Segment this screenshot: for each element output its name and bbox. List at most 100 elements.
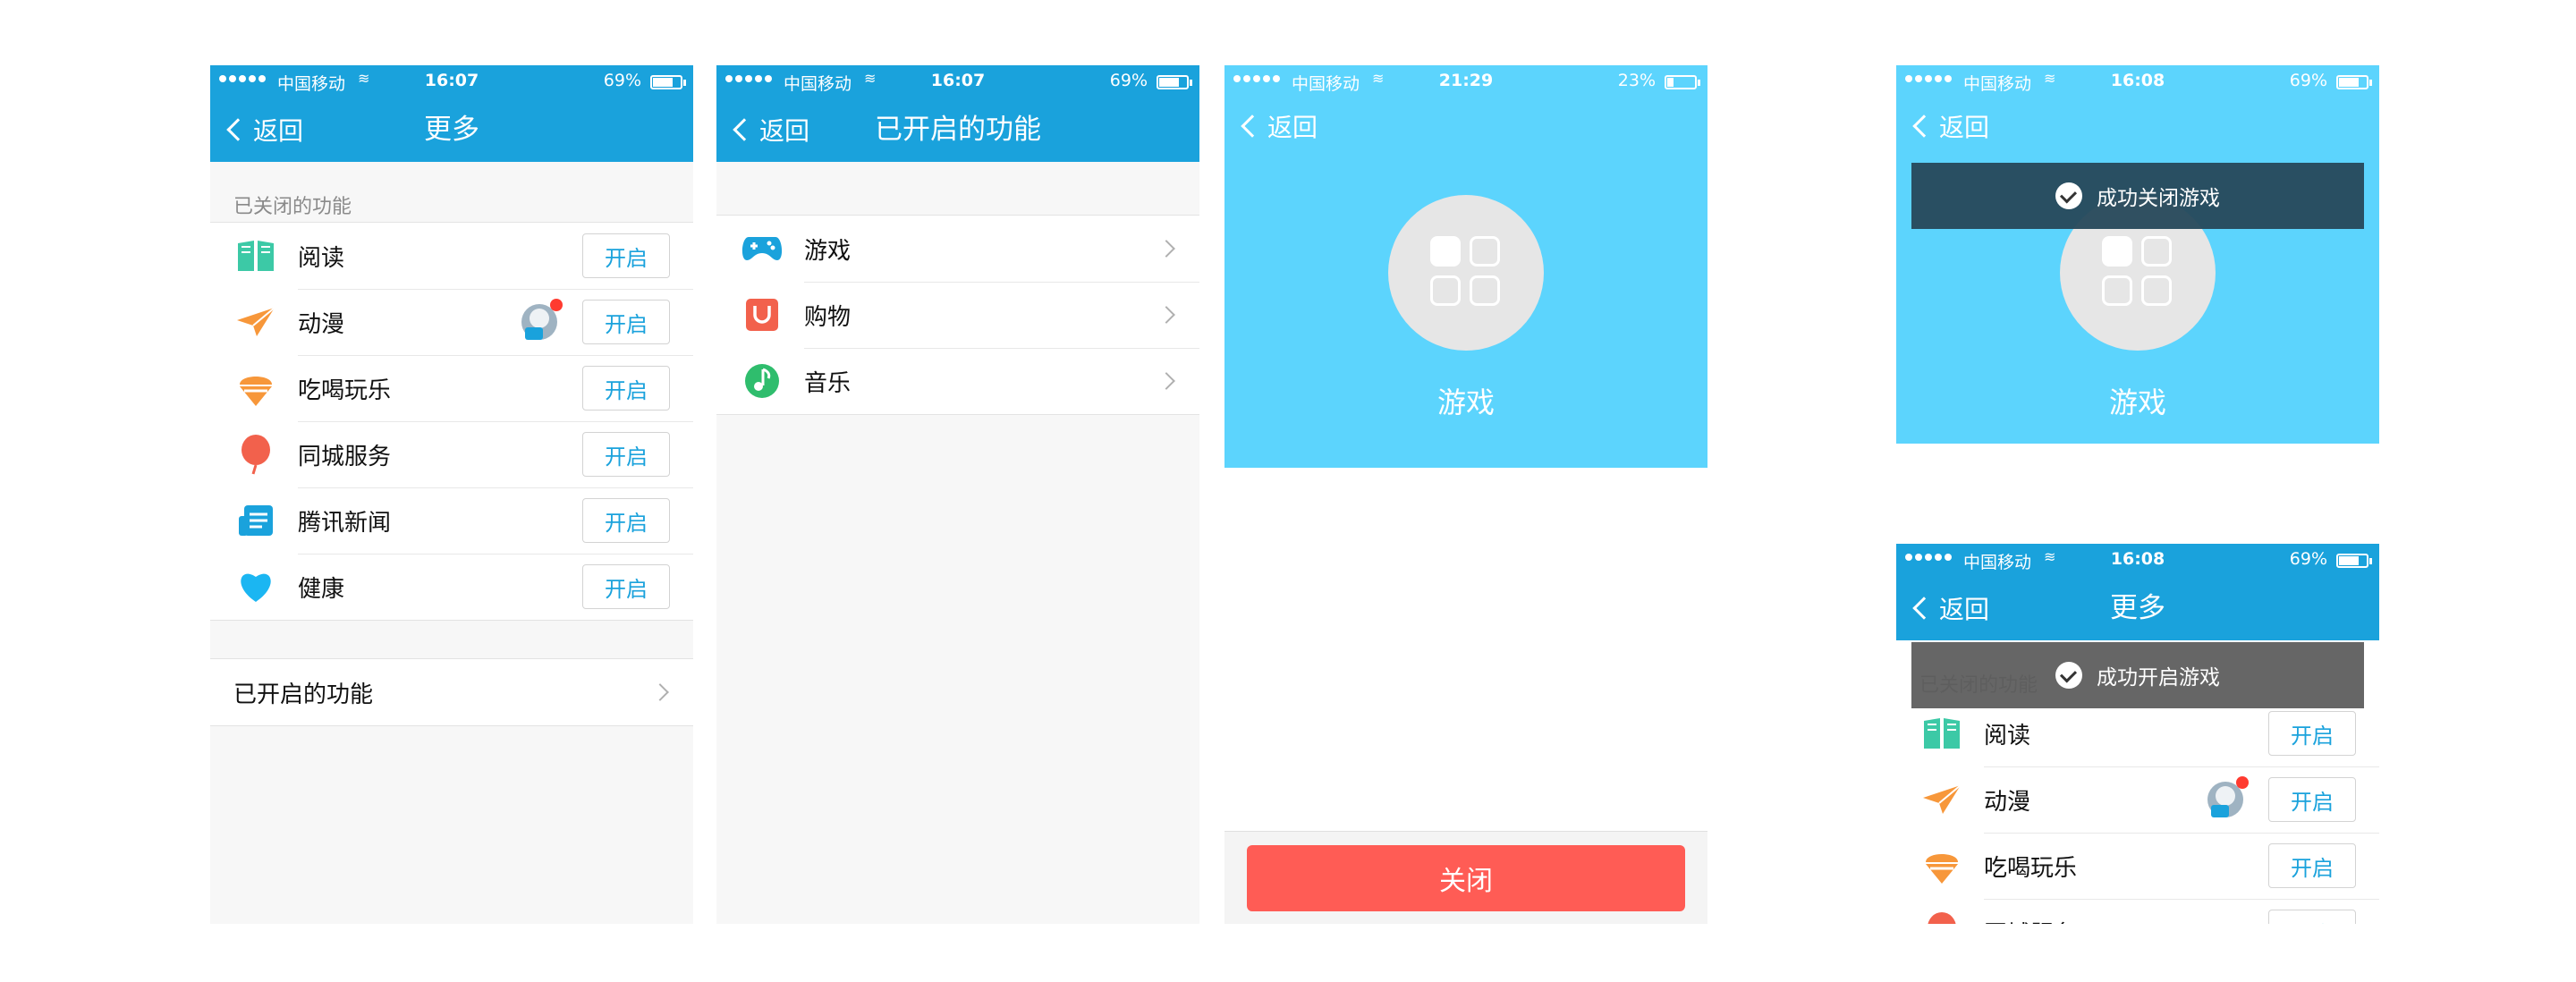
status-bar: 中国移动 ≋ 16:07 69% <box>716 65 1199 97</box>
toast-text: 成功开启游戏 <box>2097 666 2220 690</box>
back-label: 返回 <box>1939 113 1990 142</box>
enabled-feature-list: 游戏 购物 音乐 <box>716 215 1199 415</box>
nav-bar: 中国移动 ≋ 16:08 69% 返回 更多 <box>1896 544 2379 640</box>
paper-plane-icon <box>1921 779 1962 820</box>
screen-more-opened-toast: 中国移动 ≋ 16:08 69% 返回 更多 已关闭的功能 阅读 开启 动漫 <box>1896 544 2379 924</box>
open-button[interactable]: 开启 <box>2268 910 2356 924</box>
status-bar: 中国移动 ≋ 16:08 69% <box>1896 65 2379 97</box>
list-item: 同城服务 开启 <box>210 421 693 487</box>
item-label: 同城服务 <box>1984 916 2268 925</box>
nav-bar: 中国移动 ≋ 16:07 69% 返回 已开启的功能 <box>716 65 1199 162</box>
battery-icon <box>650 75 686 89</box>
toast-opened: 成功开启游戏 <box>1911 642 2364 708</box>
open-button[interactable]: 开启 <box>582 233 670 278</box>
bottom-bar: 关闭 <box>1224 831 1707 924</box>
notification-dot <box>550 299 563 311</box>
heart-icon <box>235 566 276 607</box>
item-label: 吃喝玩乐 <box>298 377 392 404</box>
item-label: 腾讯新闻 <box>298 509 392 537</box>
item-label: 吃喝玩乐 <box>1984 854 2078 882</box>
open-button[interactable]: 开启 <box>582 432 670 477</box>
list-item: 吃喝玩乐 开启 <box>210 355 693 421</box>
news-icon <box>235 500 276 541</box>
list-item[interactable]: 购物 <box>716 282 1199 348</box>
item-label: 同城服务 <box>298 443 392 470</box>
screen-game-detail: 中国移动 ≋ 21:29 23% 返回 游戏 关闭 <box>1224 65 1707 924</box>
chevron-right-icon <box>1157 240 1175 258</box>
game-hero: 中国移动 ≋ 21:29 23% 返回 游戏 <box>1224 65 1707 468</box>
check-circle-icon <box>2055 182 2082 209</box>
list-item: 阅读 开启 <box>210 223 693 289</box>
book-icon <box>1921 713 1962 754</box>
item-label: 音乐 <box>804 369 852 397</box>
battery-percent: 69% <box>2289 71 2327 90</box>
ice-cream-icon <box>1921 845 1962 886</box>
closed-feature-list: 阅读 开启 动漫 开启 吃喝玩乐 开启 同城服务 开启 <box>210 222 693 621</box>
list-item: 吃喝玩乐 开启 <box>1896 833 2379 899</box>
item-label: 健康 <box>298 575 345 603</box>
ice-cream-icon <box>235 368 276 409</box>
item-label: 游戏 <box>804 237 852 265</box>
back-label: 返回 <box>1267 113 1318 142</box>
list-item: 腾讯新闻 开启 <box>210 487 693 554</box>
list-item: 健康 开启 <box>210 554 693 620</box>
open-button[interactable]: 开启 <box>582 300 670 344</box>
notification-dot <box>2236 776 2249 789</box>
open-button[interactable]: 开启 <box>2268 843 2356 888</box>
chevron-left-icon <box>1912 114 1936 138</box>
battery-icon <box>2336 554 2372 568</box>
screen-enabled-features: 中国移动 ≋ 16:07 69% 返回 已开启的功能 游戏 购物 音乐 <box>716 65 1199 924</box>
closed-feature-list: 阅读 开启 动漫 开启 吃喝玩乐 开启 同城服务 开启 <box>1896 700 2379 924</box>
battery-percent: 69% <box>1109 71 1148 90</box>
chevron-right-icon <box>1157 306 1175 324</box>
page-title: 已开启的功能 <box>875 114 1041 146</box>
page-title: 更多 <box>2110 592 2165 624</box>
list-item: 同城服务 开启 <box>1896 899 2379 924</box>
music-icon <box>741 360 783 402</box>
toast-closed: 成功关闭游戏 <box>1911 163 2364 229</box>
game-app-icon <box>1388 195 1544 351</box>
battery-percent: 69% <box>2289 549 2327 569</box>
back-button[interactable]: 返回 <box>1237 108 1318 144</box>
open-button[interactable]: 开启 <box>582 498 670 543</box>
balloon-icon <box>1921 911 1962 924</box>
item-label: 动漫 <box>298 310 345 338</box>
open-button[interactable]: 开启 <box>2268 711 2356 756</box>
shopping-bag-icon <box>741 294 783 335</box>
close-feature-button[interactable]: 关闭 <box>1247 845 1685 911</box>
list-item: 动漫 开启 <box>210 289 693 355</box>
enabled-features-link[interactable]: 已开启的功能 <box>210 659 693 725</box>
chevron-right-icon <box>651 683 669 701</box>
item-label: 购物 <box>804 303 852 331</box>
avatar <box>518 299 563 343</box>
book-icon <box>235 235 276 276</box>
list-item[interactable]: 游戏 <box>716 216 1199 282</box>
enabled-features-link-group: 已开启的功能 <box>210 658 693 726</box>
page-title: 更多 <box>424 114 479 146</box>
battery-percent: 69% <box>603 71 641 90</box>
battery-percent: 23% <box>1617 71 1656 90</box>
chevron-right-icon <box>1157 372 1175 390</box>
paper-plane-icon <box>235 301 276 343</box>
open-button[interactable]: 开启 <box>582 564 670 609</box>
open-button[interactable]: 开启 <box>582 366 670 411</box>
status-bar: 中国移动 ≋ 16:07 69% <box>210 65 693 97</box>
back-button[interactable]: 返回 <box>1909 108 1989 144</box>
list-item[interactable]: 音乐 <box>716 348 1199 414</box>
list-item: 阅读 开启 <box>1896 700 2379 766</box>
toast-text: 成功关闭游戏 <box>2097 187 2220 210</box>
item-label: 阅读 <box>1984 722 2031 749</box>
game-name: 游戏 <box>1436 385 1495 419</box>
open-button[interactable]: 开启 <box>2268 777 2356 822</box>
status-bar: 中国移动 ≋ 21:29 23% <box>1224 65 1707 97</box>
check-circle-icon <box>2055 662 2082 689</box>
battery-icon <box>1665 75 1700 89</box>
avatar <box>2204 776 2249 821</box>
enabled-features-label: 已开启的功能 <box>233 681 374 708</box>
battery-icon <box>2336 75 2372 89</box>
screen-more: 中国移动 ≋ 16:07 69% 返回 更多 已关闭的功能 阅读 开启 动漫 开… <box>210 65 693 924</box>
item-label: 动漫 <box>1984 788 2031 816</box>
chevron-left-icon <box>1241 114 1264 138</box>
screen-game-closed-toast: 中国移动 ≋ 16:08 69% 返回 游戏 成功关闭游戏 <box>1896 65 2379 444</box>
list-item: 动漫 开启 <box>1896 766 2379 833</box>
